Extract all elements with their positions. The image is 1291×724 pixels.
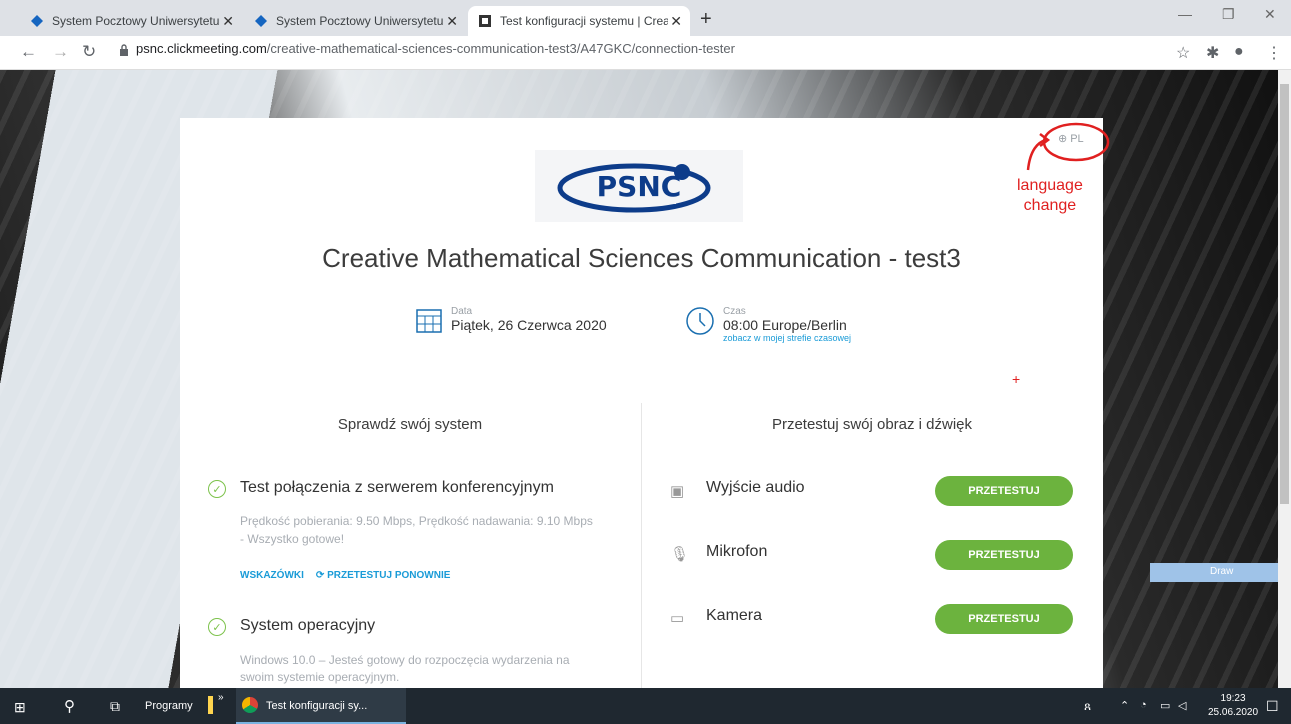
os-desc-2: swoim systemie operacyjnym. bbox=[240, 670, 400, 684]
notifications-icon[interactable]: ☐ bbox=[1266, 698, 1279, 715]
window-close-button[interactable]: ✕ bbox=[1264, 6, 1276, 23]
annotation-line-2: change bbox=[1023, 197, 1077, 214]
draw-label: Draw bbox=[1210, 566, 1234, 577]
microphone-icon: 🎙 bbox=[670, 546, 690, 563]
camera-label: Kamera bbox=[706, 607, 763, 624]
url-path: /creative-mathematical-sciences-communic… bbox=[266, 41, 735, 56]
programs-toolbar[interactable]: Programy bbox=[145, 700, 193, 712]
connection-test-status: - Wszystko gotowe! bbox=[240, 532, 345, 546]
event-date: Data Piątek, 26 Czerwca 2020 bbox=[415, 306, 607, 334]
retest-label: PRZETESTUJ PONOWNIE bbox=[327, 570, 451, 581]
retest-link[interactable]: ⟳ PRZETESTUJ PONOWNIE bbox=[316, 570, 451, 581]
search-icon[interactable]: ⚲ bbox=[64, 697, 75, 715]
task-view-icon[interactable]: ⧉ bbox=[110, 698, 120, 715]
clock-icon bbox=[686, 307, 714, 335]
connection-links: WSKAZÓWKI ⟳ PRZETESTUJ PONOWNIE bbox=[240, 570, 450, 581]
menu-icon[interactable]: ⋮ bbox=[1266, 43, 1282, 63]
new-tab-button[interactable]: + bbox=[700, 8, 712, 31]
windows-start-icon[interactable]: ⊞ bbox=[14, 699, 26, 716]
close-icon[interactable]: ✕ bbox=[222, 13, 234, 30]
close-icon[interactable]: ✕ bbox=[446, 13, 458, 30]
clock-time: 19:23 bbox=[1220, 693, 1246, 704]
clickmeeting-icon bbox=[478, 14, 492, 28]
cursor-crosshair-icon: + bbox=[1012, 371, 1021, 387]
close-icon[interactable]: ✕ bbox=[670, 13, 682, 30]
taskbar-chrome-app[interactable]: Test konfiguracji sy... bbox=[236, 688, 406, 724]
refresh-icon: ⟳ bbox=[315, 570, 328, 581]
mail-icon bbox=[30, 14, 44, 28]
back-arrow-icon[interactable]: ← bbox=[20, 42, 37, 62]
minimize-button[interactable]: — bbox=[1178, 6, 1192, 22]
camera-icon: ▭ bbox=[670, 610, 685, 627]
tab-title: System Pocztowy Uniwersytetu in bbox=[52, 14, 220, 28]
annotation-arrow bbox=[1026, 122, 1110, 171]
folder-icon bbox=[208, 696, 213, 714]
taskbar-app-label: Test konfiguracji sy... bbox=[266, 700, 368, 712]
draw-toolbar[interactable]: Draw bbox=[1150, 563, 1291, 582]
hints-link[interactable]: WSKAZÓWKI bbox=[240, 570, 304, 581]
star-icon[interactable]: ☆ bbox=[1176, 43, 1190, 63]
url-host: psnc.clickmeeting.com bbox=[136, 41, 267, 56]
tab-title: System Pocztowy Uniwersytetu in bbox=[276, 14, 444, 28]
tab-title: Test konfiguracji systemu | Creati bbox=[500, 14, 668, 28]
audio-output-label: Wyjście audio bbox=[706, 479, 805, 496]
time-value: 08:00 Europe/Berlin bbox=[723, 317, 847, 333]
microphone-label: Mikrofon bbox=[706, 543, 768, 560]
os-title: System operacyjny bbox=[240, 617, 376, 634]
chevron-up-icon[interactable]: ⌃ bbox=[1120, 699, 1129, 712]
date-label: Data bbox=[451, 306, 473, 317]
speaker-icon: ▣ bbox=[670, 483, 685, 500]
timezone-link[interactable]: zobacz w mojej strefie czasowej bbox=[723, 333, 851, 343]
maximize-button[interactable]: ❐ bbox=[1222, 6, 1235, 23]
time-label: Czas bbox=[723, 306, 746, 317]
check-icon: ✓ bbox=[208, 618, 226, 636]
battery-icon[interactable]: ▭ bbox=[1160, 699, 1170, 712]
extensions-icon[interactable]: ✱ bbox=[1206, 43, 1219, 63]
taskbar: ⊞ ⚲ ⧉ Programy » Test konfiguracji sy...… bbox=[0, 688, 1291, 724]
clock-date: 25.06.2020 bbox=[1208, 707, 1259, 718]
tab-mail-2[interactable]: System Pocztowy Uniwersytetu in ✕ bbox=[244, 6, 466, 36]
logo-text: PSNC bbox=[596, 169, 682, 203]
people-icon[interactable]: ጸ bbox=[1084, 699, 1091, 714]
annotation-text: language change bbox=[1017, 176, 1083, 216]
event-title: Creative Mathematical Sciences Communica… bbox=[322, 243, 961, 273]
column-divider bbox=[641, 403, 642, 688]
date-value: Piątek, 26 Czerwca 2020 bbox=[451, 317, 607, 333]
tab-connection-test[interactable]: Test konfiguracji systemu | Creati ✕ bbox=[468, 6, 690, 36]
forward-arrow-icon[interactable]: → bbox=[52, 42, 69, 62]
page-background: PSNC ⊕ PL Creative Mathematical Sciences… bbox=[0, 70, 1278, 688]
connection-test-title: Test połączenia z serwerem konferencyjny… bbox=[240, 479, 554, 496]
chrome-icon bbox=[242, 697, 258, 713]
test-camera-button[interactable]: PRZETESTUJ bbox=[935, 604, 1073, 634]
tab-mail-1[interactable]: System Pocztowy Uniwersytetu in ✕ bbox=[20, 6, 242, 36]
av-test-heading: Przetestuj swój obraz i dźwięk bbox=[771, 416, 973, 433]
lock-icon[interactable] bbox=[118, 44, 130, 56]
event-time: Czas 08:00 Europe/Berlin zobacz w mojej … bbox=[685, 306, 851, 343]
scrollbar-thumb[interactable] bbox=[1280, 84, 1289, 504]
event-card: PSNC ⊕ PL Creative Mathematical Sciences… bbox=[180, 118, 1103, 688]
wifi-icon[interactable]: ◔ bbox=[1140, 699, 1147, 711]
reload-icon[interactable]: ↻ bbox=[82, 42, 96, 62]
address-bar[interactable]: psnc.clickmeeting.com/creative-mathemati… bbox=[136, 41, 735, 56]
mail-icon bbox=[254, 14, 268, 28]
volume-icon[interactable]: ◁ bbox=[1178, 699, 1186, 712]
check-icon: ✓ bbox=[208, 480, 226, 498]
psnc-logo: PSNC bbox=[535, 150, 743, 222]
profile-icon[interactable]: ● bbox=[1234, 43, 1244, 61]
system-check-heading: Sprawdź swój system bbox=[337, 416, 483, 433]
scrollbar[interactable] bbox=[1278, 70, 1291, 688]
test-microphone-button[interactable]: PRZETESTUJ bbox=[935, 540, 1073, 570]
tab-bar: System Pocztowy Uniwersytetu in ✕ System… bbox=[0, 0, 1291, 36]
annotation-line-1: language bbox=[1017, 177, 1083, 194]
chevron-right-icon[interactable]: » bbox=[218, 692, 224, 703]
connection-test-desc: Prędkość pobierania: 9.50 Mbps, Prędkość… bbox=[240, 514, 593, 528]
os-desc: Windows 10.0 – Jesteś gotowy do rozpoczę… bbox=[240, 653, 570, 667]
clock[interactable]: 19:23 25.06.2020 bbox=[1208, 692, 1258, 720]
test-audio-button[interactable]: PRZETESTUJ bbox=[935, 476, 1073, 506]
calendar-icon bbox=[416, 309, 442, 333]
